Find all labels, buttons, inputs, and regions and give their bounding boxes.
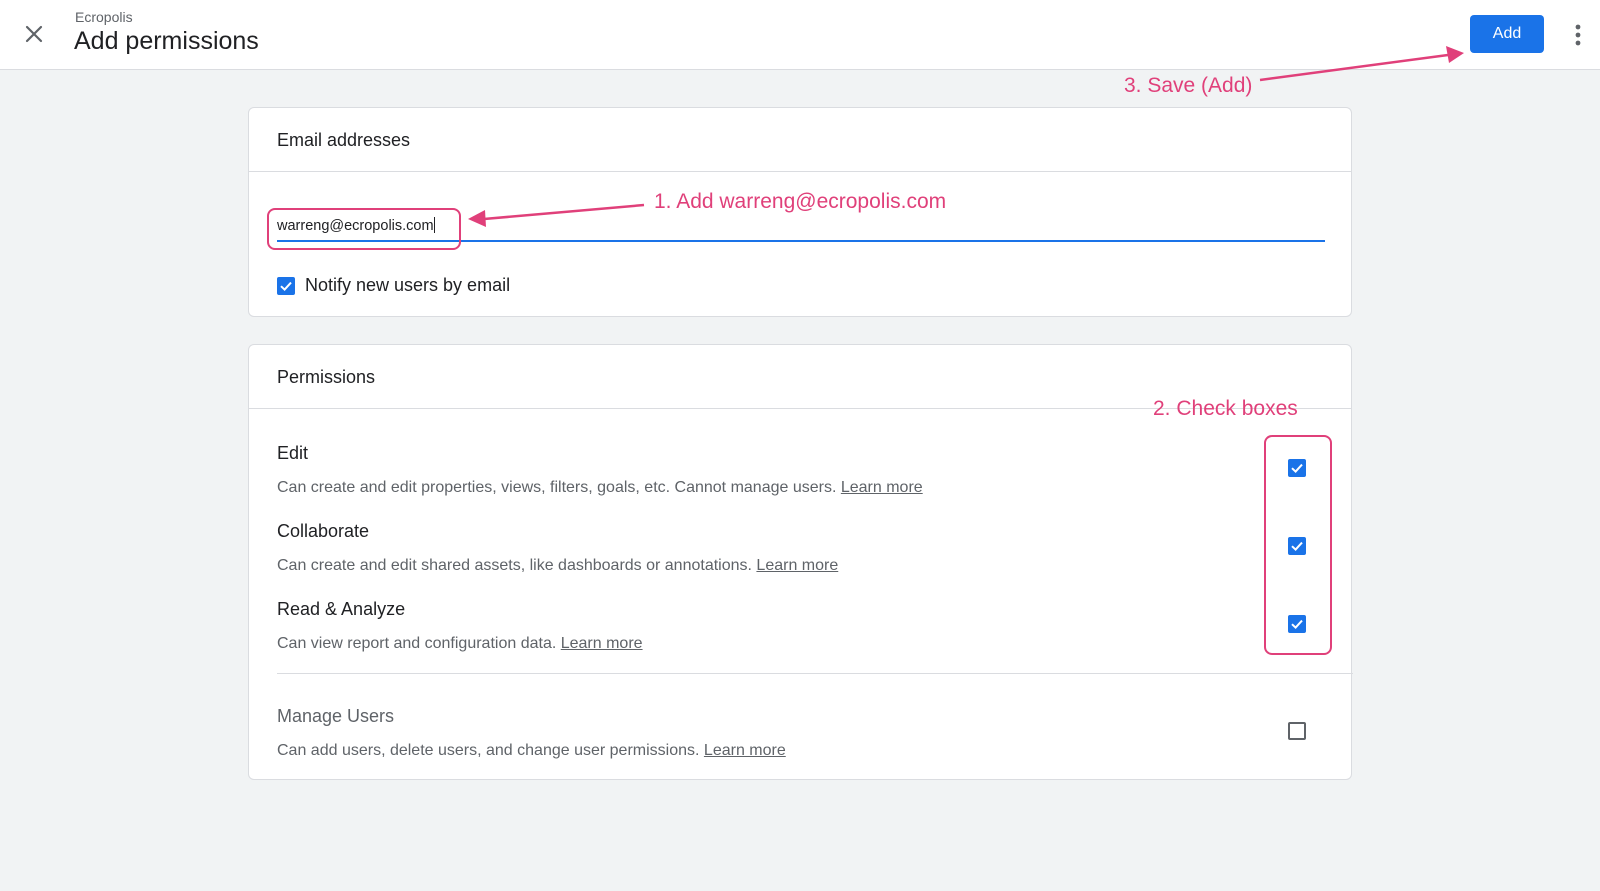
learn-more-link[interactable]: Learn more [704,742,786,759]
learn-more-link[interactable]: Learn more [841,479,923,496]
permission-title-collaborate: Collaborate [277,521,370,541]
divider [277,673,1353,674]
permission-desc-read-analyze: Can view report and configuration data. … [277,635,643,652]
page-title: Add permissions [74,27,259,55]
permission-desc-collaborate: Can create and edit shared assets, like … [277,557,839,574]
learn-more-link[interactable]: Learn more [756,557,838,574]
email-section-heading: Email addresses [249,108,1351,172]
more-vert-icon[interactable] [1566,20,1590,50]
check-icon [280,281,292,292]
add-button[interactable]: Add [1470,15,1544,53]
app-header: Ecropolis Add permissions Add [0,0,1600,70]
annotation-step-1: 1. Add warreng@ecropolis.com [654,190,947,213]
more-options-button[interactable] [1566,20,1590,50]
email-highlight-box [267,208,461,250]
annotation-step-3: 3. Save (Add) [1124,74,1253,97]
annotation-step-2: 2. Check boxes [1153,397,1298,420]
permission-desc-edit: Can create and edit properties, views, f… [277,479,923,496]
account-name: Ecropolis [75,9,133,25]
permission-title-read-analyze: Read & Analyze [277,599,406,619]
permission-title-manage-users: Manage Users [277,706,395,726]
close-button[interactable] [18,18,50,50]
notify-checkbox[interactable] [277,277,295,295]
permission-title-edit: Edit [277,443,309,463]
close-icon[interactable] [24,24,44,44]
notify-label: Notify new users by email [305,275,511,295]
learn-more-link[interactable]: Learn more [561,635,643,652]
permission-desc-manage-users: Can add users, delete users, and change … [277,742,786,759]
checkbox-highlight-box [1264,435,1332,655]
manage-users-checkbox[interactable] [1288,722,1306,740]
